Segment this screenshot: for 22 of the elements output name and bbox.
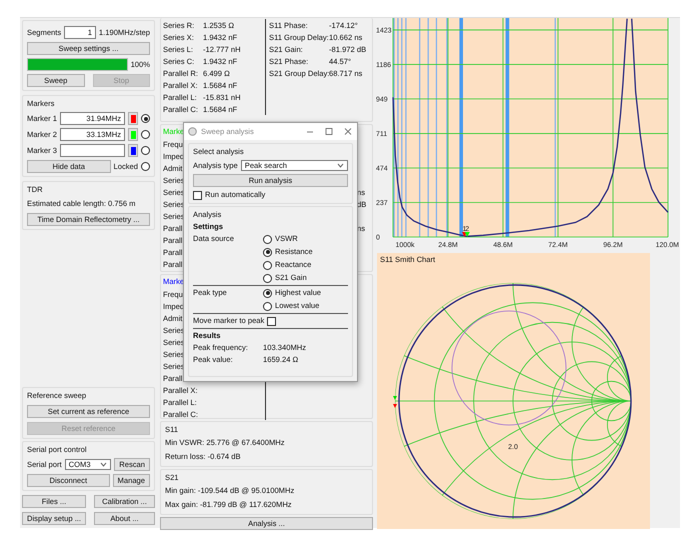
app-icon <box>188 127 197 136</box>
marker-color-button[interactable] <box>128 112 138 125</box>
locked-radio[interactable] <box>141 162 150 171</box>
checkbox[interactable] <box>193 190 202 200</box>
caret-icon <box>100 462 108 467</box>
marker-color-button[interactable] <box>128 144 138 157</box>
marker-radio[interactable] <box>141 130 150 139</box>
radio-button[interactable] <box>263 260 272 270</box>
caret-icon <box>337 163 344 168</box>
radio-button[interactable] <box>263 302 272 310</box>
radio-button[interactable] <box>263 234 272 244</box>
checkbox[interactable] <box>267 316 276 326</box>
close-icon[interactable] <box>343 127 353 136</box>
marker-color-button[interactable] <box>128 128 138 141</box>
smith-markers-icon <box>393 396 397 408</box>
marker-frequency-field[interactable] <box>60 144 125 157</box>
marker-radio[interactable] <box>141 114 150 123</box>
radio-button[interactable] <box>263 274 272 282</box>
radio-button[interactable] <box>263 288 272 298</box>
maximize-icon[interactable] <box>324 127 334 136</box>
radio-button[interactable] <box>263 248 272 256</box>
marker-radio[interactable] <box>141 146 150 155</box>
